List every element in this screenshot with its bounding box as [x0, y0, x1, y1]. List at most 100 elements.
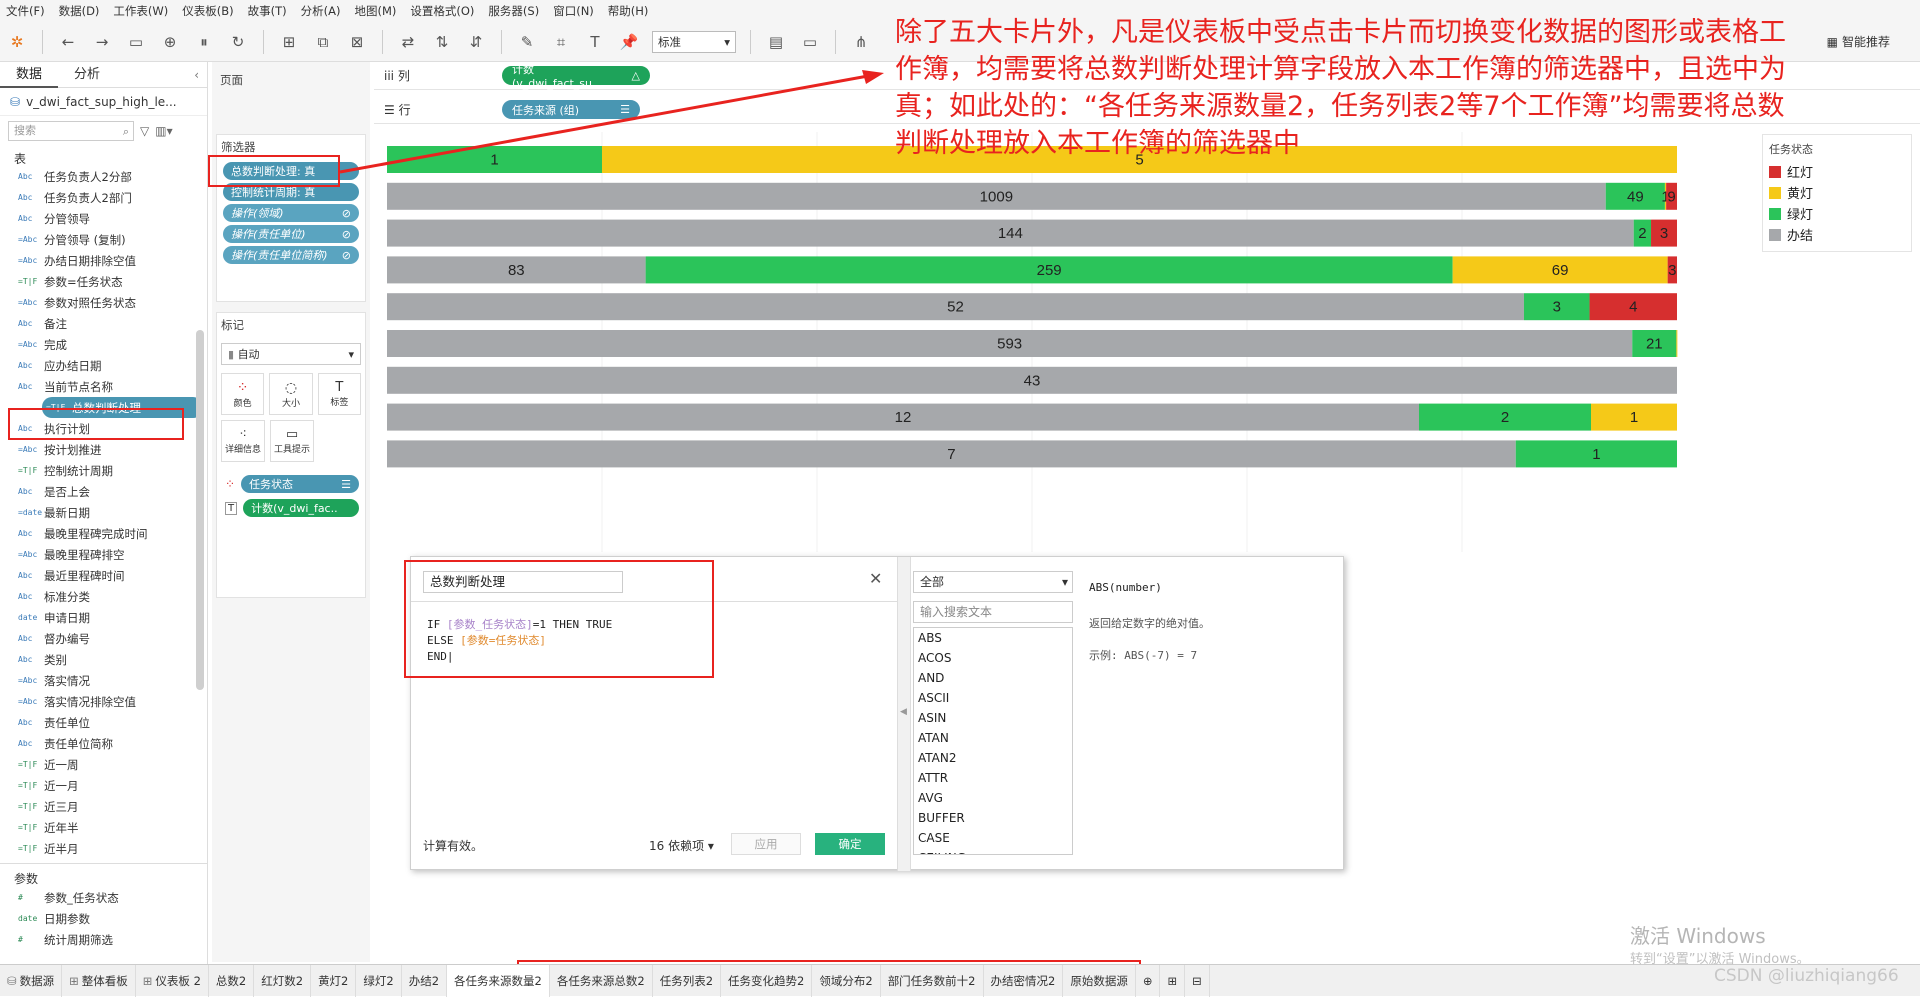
sheet-tab[interactable]: ⊞ 仪表板 2: [136, 964, 209, 997]
fit-select[interactable]: 标准 ▾: [652, 30, 736, 53]
field-item[interactable]: =T|F 近年半: [0, 817, 207, 838]
function-list[interactable]: ABS ACOS AND ASCII ASIN ATAN ATAN2 ATTR AVG BUFFE…: [913, 627, 1073, 855]
param-item[interactable]: date 日期参数: [0, 908, 207, 929]
label-button[interactable]: T 标签: [317, 373, 361, 415]
scrollbar[interactable]: [195, 180, 205, 870]
field-item[interactable]: date 申请日期: [0, 607, 207, 628]
sheet-tab[interactable]: 绿灯2: [356, 964, 402, 997]
clear-sheet-icon[interactable]: ⊠: [344, 29, 370, 55]
marks-pill-task-status[interactable]: 任务状态 ☰: [241, 475, 359, 493]
legend-item[interactable]: 办结: [1763, 224, 1911, 245]
close-icon[interactable]: ✕: [869, 569, 882, 588]
field-item[interactable]: =T|F 近半月: [0, 838, 207, 859]
menu-item[interactable]: 窗口(N): [553, 3, 594, 19]
detail-button[interactable]: ⁖ 详细信息: [221, 420, 265, 462]
ok-button[interactable]: 确定: [815, 833, 885, 855]
tooltip-button[interactable]: ▭ 工具提示: [270, 420, 314, 462]
sheet-tab[interactable]: 任务变化趋势2: [721, 964, 813, 997]
group-icon[interactable]: ⌗: [548, 29, 574, 55]
menu-item[interactable]: 工作表(W): [113, 3, 168, 19]
sheet-tab[interactable]: ⊞ 整体看板: [62, 964, 136, 997]
sort-desc-icon[interactable]: ⇵: [463, 29, 489, 55]
param-item[interactable]: # 统计周期筛选: [0, 929, 207, 950]
field-item[interactable]: =Abc 完成: [0, 334, 207, 355]
collapse-icon[interactable]: ‹: [194, 68, 199, 82]
function-item[interactable]: ATAN2: [914, 748, 1072, 768]
labels-icon[interactable]: T: [582, 29, 608, 55]
menu-item[interactable]: 设置格式(O): [410, 3, 474, 19]
field-item[interactable]: Abc 责任单位简称: [0, 733, 207, 754]
refresh-icon[interactable]: ↻: [225, 29, 251, 55]
menu-item[interactable]: 文件(F): [6, 3, 45, 19]
search-input[interactable]: 搜索 ⌕: [8, 121, 134, 141]
sheet-tab[interactable]: 办结2: [402, 964, 448, 997]
field-item[interactable]: =Abc 落实情况: [0, 670, 207, 691]
sheet-tab[interactable]: 部门任务数前十2: [881, 964, 984, 997]
share-icon[interactable]: ⋔: [848, 29, 874, 55]
scrollbar-thumb[interactable]: [196, 330, 204, 690]
sheet-tab[interactable]: 总数2: [209, 964, 255, 997]
legend-item[interactable]: 黄灯: [1763, 182, 1911, 203]
menu-item[interactable]: 故事(T): [248, 3, 287, 19]
field-item[interactable]: Abc 责任单位: [0, 712, 207, 733]
function-item[interactable]: ABS: [914, 628, 1072, 648]
field-item[interactable]: =Abc 办结日期排除空值: [0, 250, 207, 271]
tab-analysis[interactable]: 分析: [58, 62, 116, 88]
sort-asc-icon[interactable]: ⇅: [429, 29, 455, 55]
menu-item[interactable]: 地图(M): [354, 3, 396, 19]
param-item[interactable]: # 参数_任务状态: [0, 887, 207, 908]
field-item[interactable]: Abc 备注: [0, 313, 207, 334]
field-item[interactable]: Abc 最近里程碑时间: [0, 565, 207, 586]
show-cards-icon[interactable]: ▤: [763, 29, 789, 55]
function-category-select[interactable]: 全部 ▾: [913, 571, 1073, 593]
function-item[interactable]: ATTR: [914, 768, 1072, 788]
datasource-item[interactable]: ⛁ v_dwi_fact_sup_high_le...: [0, 88, 207, 116]
new-worksheet-icon[interactable]: ⊕: [1136, 964, 1161, 997]
sheet-tab[interactable]: ⛁ 数据源: [0, 964, 63, 997]
sheet-tab[interactable]: 办结密情况2: [984, 964, 1064, 997]
panel-splitter[interactable]: ◀: [897, 557, 911, 871]
sheet-tab[interactable]: 各任务来源总数2: [550, 964, 653, 997]
sheet-tab[interactable]: 原始数据源: [1063, 964, 1136, 997]
filter-pill-action-domain[interactable]: 操作(领域) ⊘: [223, 204, 359, 222]
filter-pill-action-unit-abbr[interactable]: 操作(责任单位简称) ⊘: [223, 246, 359, 264]
swap-icon[interactable]: ⇄: [395, 29, 421, 55]
field-item[interactable]: Abc 任务负责人2分部: [0, 166, 207, 187]
function-item[interactable]: ATAN: [914, 728, 1072, 748]
tableau-logo-icon[interactable]: ✲: [4, 29, 30, 55]
sheet-tab[interactable]: 领域分布2: [812, 964, 881, 997]
menu-item[interactable]: 帮助(H): [608, 3, 649, 19]
function-item[interactable]: BUFFER: [914, 808, 1072, 828]
legend-item[interactable]: 绿灯: [1763, 203, 1911, 224]
field-item[interactable]: Abc 类别: [0, 649, 207, 670]
field-item[interactable]: Abc 当前节点名称: [0, 376, 207, 397]
function-item[interactable]: ACOS: [914, 648, 1072, 668]
field-item[interactable]: Abc 应办结日期: [0, 355, 207, 376]
menu-item[interactable]: 仪表板(B): [182, 3, 233, 19]
field-item[interactable]: =Abc 最晚里程碑排空: [0, 544, 207, 565]
field-item[interactable]: Abc 督办编号: [0, 628, 207, 649]
field-item[interactable]: =T|F 控制统计周期: [0, 460, 207, 481]
function-item[interactable]: AVG: [914, 788, 1072, 808]
menu-item[interactable]: 分析(A): [301, 3, 341, 19]
redo-icon[interactable]: →: [89, 29, 115, 55]
marks-type-select[interactable]: ▮ 自动 ▾: [221, 343, 361, 365]
function-item[interactable]: ASCII: [914, 688, 1072, 708]
highlight-icon[interactable]: ✎: [514, 29, 540, 55]
field-item[interactable]: =Abc 参数对照任务状态: [0, 292, 207, 313]
field-item[interactable]: =T|F 近三月: [0, 796, 207, 817]
sheet-tab[interactable]: 黄灯2: [311, 964, 357, 997]
rows-pill[interactable]: 任务来源 (组) ☰: [502, 100, 640, 119]
smart-recommend-button[interactable]: ▦ 智能推荐: [1827, 33, 1890, 50]
field-item[interactable]: =date 最新日期: [0, 502, 207, 523]
filter-pill-action-unit[interactable]: 操作(责任单位) ⊘: [223, 225, 359, 243]
bar-segment[interactable]: [1676, 330, 1678, 357]
new-dashboard-icon[interactable]: ⊞: [1160, 964, 1186, 997]
new-story-icon[interactable]: ⊟: [1185, 964, 1210, 997]
function-item[interactable]: ASIN: [914, 708, 1072, 728]
sheet-tab[interactable]: 任务列表2: [653, 964, 722, 997]
field-item[interactable]: =Abc 分管领导 (复制): [0, 229, 207, 250]
function-item[interactable]: CEILING: [914, 848, 1072, 854]
sheet-tab[interactable]: 红灯数2: [254, 964, 312, 997]
field-item[interactable]: =Abc 按计划推进: [0, 439, 207, 460]
